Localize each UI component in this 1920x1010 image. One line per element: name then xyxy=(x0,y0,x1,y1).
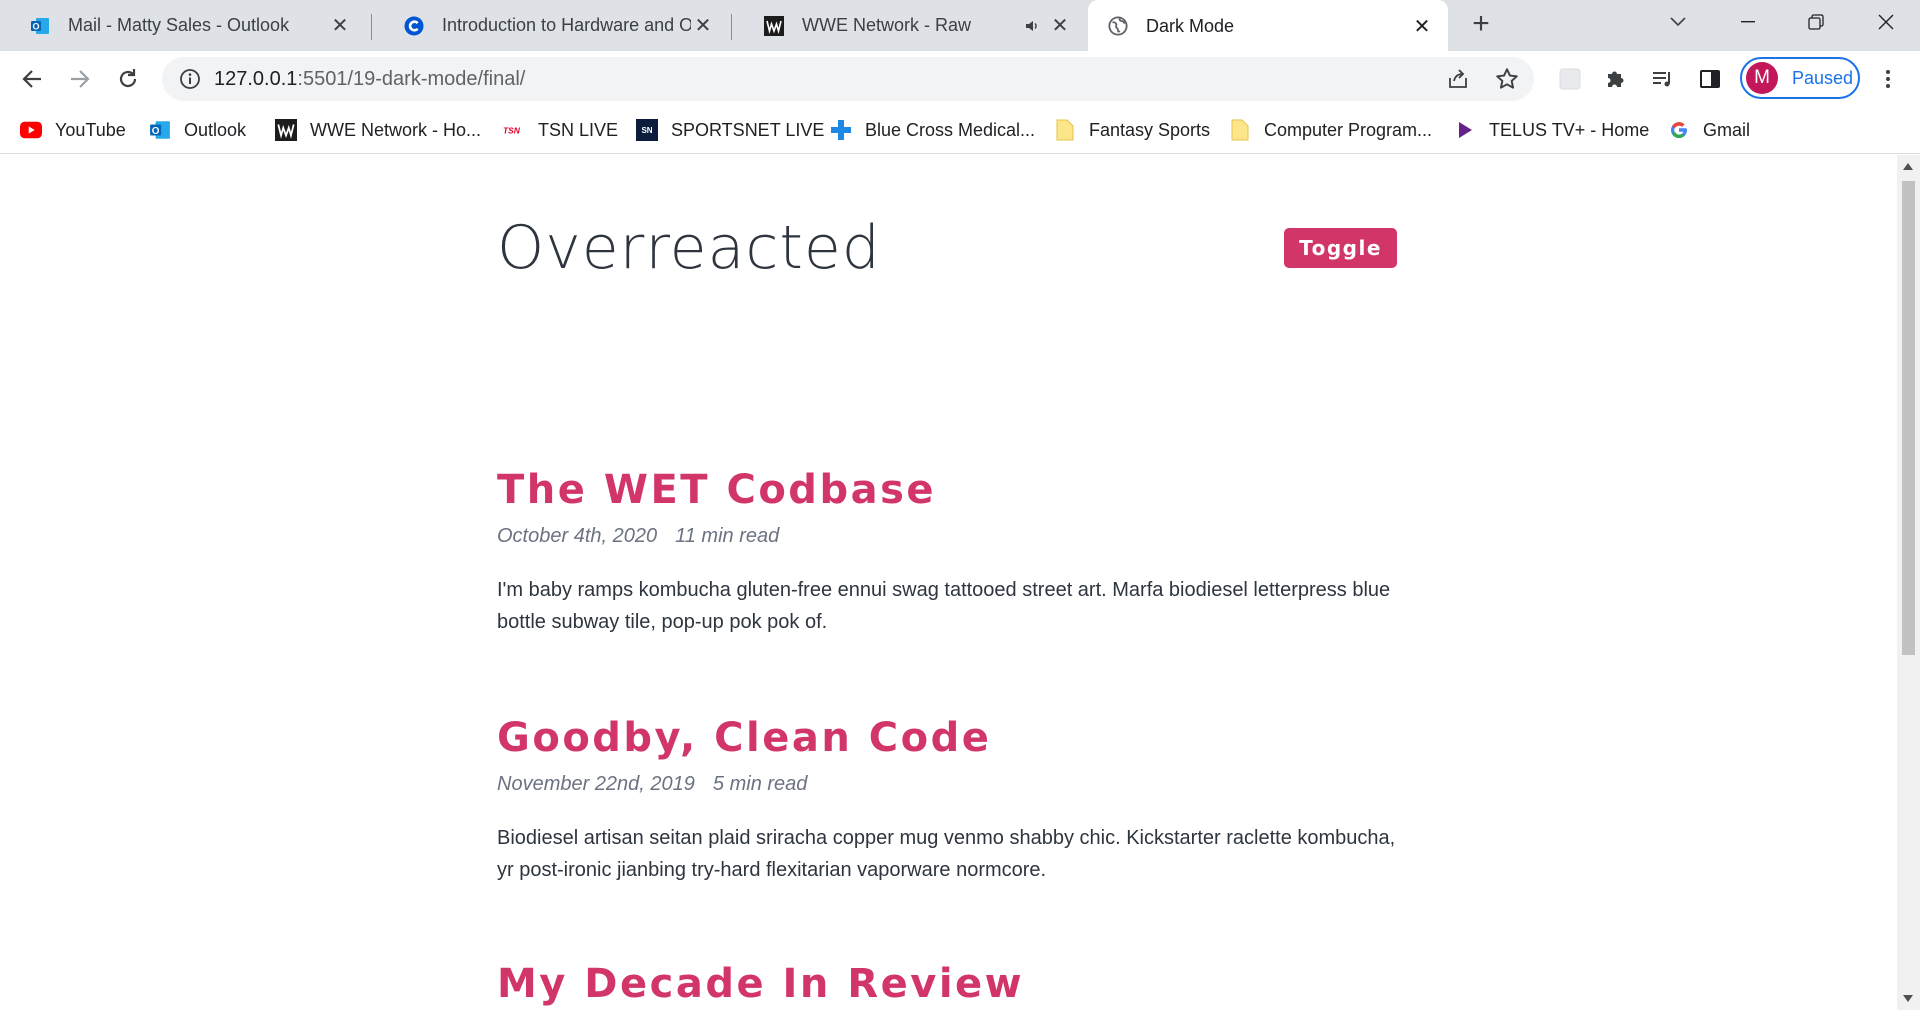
post-excerpt: I'm baby ramps kombucha gluten-free ennu… xyxy=(497,579,1391,633)
tab-title: Mail - Matty Sales - Outlook xyxy=(68,15,290,35)
extension-placeholder-icon[interactable] xyxy=(1554,63,1586,95)
profile-button[interactable]: M Paused xyxy=(1740,57,1860,99)
reload-button[interactable] xyxy=(112,63,144,95)
tab-title: Introduction to Hardware and Op xyxy=(442,15,691,35)
blue-cross-icon xyxy=(830,119,852,141)
tab-separator xyxy=(371,14,372,40)
new-tab-button[interactable]: + xyxy=(1466,9,1496,40)
tab-outlook-mail[interactable]: O Mail - Matty Sales - Outlook ✕ xyxy=(0,0,366,51)
tab-search-chevron-icon[interactable] xyxy=(1644,0,1712,44)
tab-title: Dark Mode xyxy=(1146,15,1235,36)
outlook-icon: O xyxy=(149,119,171,141)
restore-button[interactable] xyxy=(1782,0,1850,44)
site-title: Overreacted xyxy=(497,213,881,283)
minimize-button[interactable] xyxy=(1714,0,1782,44)
outlook-icon: O xyxy=(30,16,50,36)
bookmark-folder-fantasy-sports[interactable]: Fantasy Sports xyxy=(1054,115,1210,145)
tab-coursera[interactable]: Introduction to Hardware and Op ✕ xyxy=(374,0,729,51)
post-item: My Decade In Review xyxy=(497,961,1417,1007)
globe-icon xyxy=(1108,16,1128,36)
bookmark-gmail[interactable]: Gmail xyxy=(1668,115,1750,145)
svg-text:TSN: TSN xyxy=(503,125,521,135)
speaker-icon[interactable] xyxy=(1020,14,1044,38)
media-control-icon[interactable] xyxy=(1646,63,1678,95)
post-title[interactable]: Goodby, Clean Code xyxy=(497,715,1417,761)
post-date: October 4th, 2020 xyxy=(497,525,658,547)
tsn-icon: TSN xyxy=(503,119,525,141)
post-meta: November 22nd, 2019 5 min read xyxy=(497,773,1417,796)
sportsnet-icon: SN xyxy=(636,119,658,141)
post-date: November 22nd, 2019 xyxy=(497,773,695,795)
svg-text:SN: SN xyxy=(641,126,652,135)
avatar: M xyxy=(1746,62,1778,94)
bookmark-star-icon[interactable] xyxy=(1494,66,1520,92)
url-text[interactable]: 127.0.0.1:5501/19-dark-mode/final/ xyxy=(214,68,525,91)
post-title[interactable]: My Decade In Review xyxy=(497,961,1417,1007)
extensions-puzzle-icon[interactable] xyxy=(1600,63,1632,95)
bookmark-wwe-network[interactable]: WWE Network - Ho... xyxy=(275,115,481,145)
browser-toolbar: 127.0.0.1:5501/19-dark-mode/final/ M Pau… xyxy=(0,51,1920,106)
telus-icon xyxy=(1454,119,1476,141)
profile-status: Paused xyxy=(1792,67,1854,88)
wwe-icon xyxy=(764,15,784,36)
site-info-icon[interactable] xyxy=(178,67,202,91)
tab-wwe-network[interactable]: WWE Network - Raw ✕ xyxy=(734,0,1086,51)
bookmark-tsn-live[interactable]: TSN TSN LIVE xyxy=(503,115,618,145)
youtube-icon xyxy=(20,119,42,141)
close-tab-icon[interactable]: ✕ xyxy=(1410,14,1434,38)
bookmark-telus-tv[interactable]: TELUS TV+ - Home xyxy=(1454,115,1649,145)
post-read-time: 5 min read xyxy=(712,773,808,795)
post-title[interactable]: The WET Codbase xyxy=(497,467,1417,513)
bookmarks-bar: YouTube O Outlook WWE Network - Ho... TS… xyxy=(0,106,1920,154)
address-bar[interactable]: 127.0.0.1:5501/19-dark-mode/final/ xyxy=(162,57,1534,101)
forward-button[interactable] xyxy=(64,63,96,95)
scroll-down-arrow-icon[interactable] xyxy=(1903,995,1913,1002)
scroll-up-arrow-icon[interactable] xyxy=(1903,163,1913,170)
tab-strip: O Mail - Matty Sales - Outlook ✕ Introdu… xyxy=(0,0,1920,52)
post-read-time: 11 min read xyxy=(675,525,780,547)
wwe-icon xyxy=(275,119,297,141)
bookmark-youtube[interactable]: YouTube xyxy=(20,115,126,145)
back-button[interactable] xyxy=(16,63,48,95)
post-item: The WET Codbase October 4th, 2020 11 min … xyxy=(497,467,1417,638)
bookmark-folder-computer-programming[interactable]: Computer Program... xyxy=(1229,115,1432,145)
tab-dark-mode[interactable]: Dark Mode ✕ xyxy=(1088,0,1448,52)
bookmark-outlook[interactable]: O Outlook xyxy=(149,115,246,145)
svg-text:O: O xyxy=(152,126,160,137)
tab-title: WWE Network - Raw xyxy=(802,15,972,35)
folder-icon xyxy=(1229,119,1251,141)
close-window-button[interactable] xyxy=(1852,0,1920,44)
scrollbar-thumb[interactable] xyxy=(1902,181,1915,655)
close-tab-icon[interactable]: ✕ xyxy=(691,14,715,38)
google-icon xyxy=(1668,119,1690,141)
svg-text:O: O xyxy=(32,21,39,31)
bookmark-sportsnet-live[interactable]: SN SPORTSNET LIVE xyxy=(636,115,824,145)
page-viewport: Overreacted Toggle The WET Codbase Octob… xyxy=(0,155,1897,1010)
post-meta: October 4th, 2020 11 min read xyxy=(497,525,1417,548)
coursera-icon xyxy=(404,16,424,36)
side-panel-icon[interactable] xyxy=(1694,63,1726,95)
post-item: Goodby, Clean Code November 22nd, 2019 5 … xyxy=(497,715,1417,886)
page-scrollbar[interactable] xyxy=(1897,155,1920,1010)
bookmark-blue-cross[interactable]: Blue Cross Medical... xyxy=(830,115,1035,145)
close-tab-icon[interactable]: ✕ xyxy=(1048,14,1072,38)
post-excerpt: Biodiesel artisan seitan plaid sriracha … xyxy=(497,827,1396,881)
menu-kebab-icon[interactable] xyxy=(1872,63,1904,95)
toggle-dark-mode-button[interactable]: Toggle xyxy=(1284,228,1397,268)
tab-separator xyxy=(731,14,732,40)
close-tab-icon[interactable]: ✕ xyxy=(328,14,352,38)
folder-icon xyxy=(1054,119,1076,141)
share-icon[interactable] xyxy=(1446,67,1470,91)
